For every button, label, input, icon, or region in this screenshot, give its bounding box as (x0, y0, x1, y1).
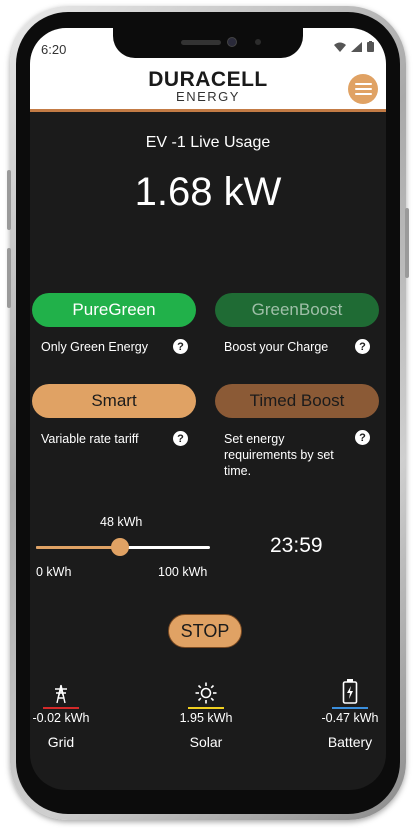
slider-min-label: 0 kWh (36, 565, 72, 579)
status-time: 6:20 (41, 42, 67, 57)
puregreen-button[interactable]: PureGreen (32, 293, 196, 327)
battery-value: -0.47 kWh (321, 711, 379, 725)
stop-button[interactable]: STOP (168, 614, 242, 648)
greenboost-description: Boost your Charge (224, 340, 329, 354)
grid-label: Grid (47, 734, 75, 750)
timed-boost-button[interactable]: Timed Boost (215, 384, 379, 418)
volume-button (7, 170, 11, 230)
camera-notch (113, 28, 303, 58)
volume-button (7, 248, 11, 308)
charge-timer[interactable]: 23:59 (270, 534, 323, 558)
menu-button[interactable] (348, 74, 378, 104)
solar-value: 1.95 kWh (179, 711, 233, 725)
energy-target-slider[interactable] (36, 538, 210, 556)
slider-fill (36, 546, 120, 549)
smart-description: Variable rate tariff (41, 432, 139, 446)
battery-status-icon (367, 41, 374, 52)
slider-max-label: 100 kWh (158, 565, 208, 579)
battery-summary: -0.47 kWh Battery (305, 678, 386, 750)
grid-value: -0.02 kWh (32, 711, 90, 725)
app-screen: 6:20 DURACELL ENERGY EV -1 Live Usage 1.… (30, 28, 386, 790)
solar-color-bar (188, 707, 224, 709)
timed-boost-description: Set energy requirements by set time. (224, 432, 334, 478)
duracell-energy-logo: DURACELL ENERGY (148, 68, 268, 104)
battery-label: Battery (327, 734, 373, 750)
app-header: DURACELL ENERGY (30, 66, 386, 112)
battery-color-bar (332, 707, 368, 709)
power-button (405, 208, 409, 278)
greenboost-help-icon[interactable]: ? (355, 339, 370, 354)
battery-charging-icon (342, 679, 358, 704)
solar-label: Solar (189, 734, 223, 750)
live-usage-title: EV -1 Live Usage (145, 134, 271, 151)
hamburger-icon (354, 83, 372, 85)
grid-summary: -0.02 kWh Grid (30, 678, 106, 750)
signal-icon (351, 41, 362, 52)
grid-color-bar (43, 707, 79, 709)
puregreen-help-icon[interactable]: ? (173, 339, 188, 354)
timed-boost-help-icon[interactable]: ? (355, 430, 370, 445)
sun-icon (195, 682, 217, 704)
greenboost-button[interactable]: GreenBoost (215, 293, 379, 327)
live-power-reading: 1.68 kW (134, 170, 282, 214)
slider-value-label: 48 kWh (100, 515, 143, 529)
puregreen-description: Only Green Energy (41, 340, 148, 354)
smart-help-icon[interactable]: ? (173, 431, 188, 446)
transmission-tower-icon (55, 684, 67, 704)
slider-thumb[interactable] (110, 538, 129, 556)
solar-summary: 1.95 kWh Solar (161, 678, 251, 750)
wifi-icon (334, 42, 346, 52)
smart-button[interactable]: Smart (32, 384, 196, 418)
